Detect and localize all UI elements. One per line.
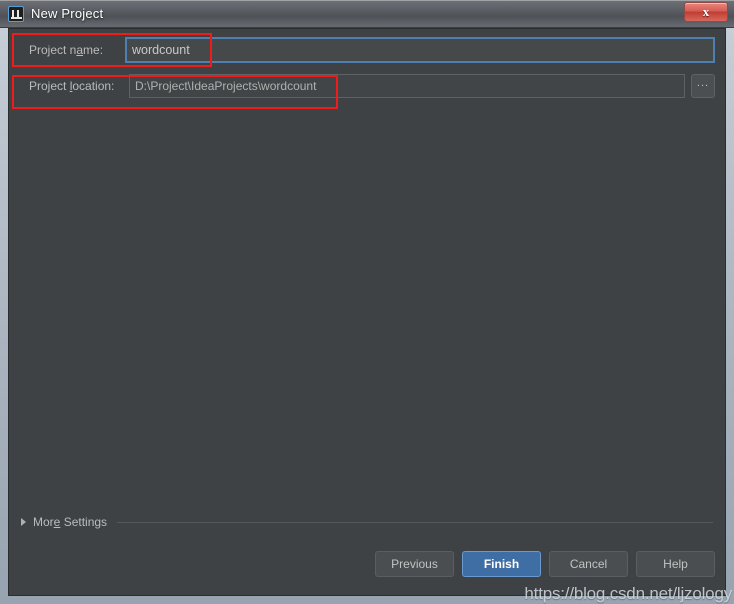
more-settings-label: More Settings [33,515,107,529]
browse-folder-button[interactable]: ... [691,74,715,98]
project-location-label-before: Project [29,79,70,93]
new-project-window: New Project x Project name: Project loca… [0,0,734,604]
window-title: New Project [31,6,104,21]
dialog-content: Project name: Project location: ... [8,28,726,596]
project-name-field-wrapper[interactable] [125,37,715,63]
cancel-button[interactable]: Cancel [549,551,628,577]
ellipsis-icon: ... [696,77,710,89]
window-titlebar: New Project x [0,0,734,28]
form-area: Project name: Project location: ... [9,29,725,109]
project-name-input[interactable] [130,39,710,61]
project-location-label: Project location: [19,79,129,93]
intellij-idea-icon [8,5,24,22]
project-name-row: Project name: [19,37,715,63]
window-frame: Project name: Project location: ... [0,28,734,604]
project-name-label: Project name: [19,43,125,57]
more-settings-separator [117,521,713,523]
more-settings-toggle[interactable]: More Settings [21,515,107,529]
more-settings-label-after: Settings [60,515,108,529]
dialog-button-bar: Previous Finish Cancel Help [375,551,715,577]
finish-button[interactable]: Finish [462,551,541,577]
project-location-row: Project location: ... [19,73,715,99]
close-icon[interactable]: x [684,2,728,22]
chevron-right-icon [21,518,26,526]
more-settings-row: More Settings [9,513,725,531]
project-name-label-after: me: [83,43,104,57]
project-location-label-after: ocation: [72,79,115,93]
help-button[interactable]: Help [636,551,715,577]
more-settings-label-before: Mor [33,515,54,529]
project-location-input[interactable] [129,74,685,98]
project-name-label-before: Project n [29,43,77,57]
previous-button[interactable]: Previous [375,551,454,577]
close-icon-glyph: x [702,4,710,19]
